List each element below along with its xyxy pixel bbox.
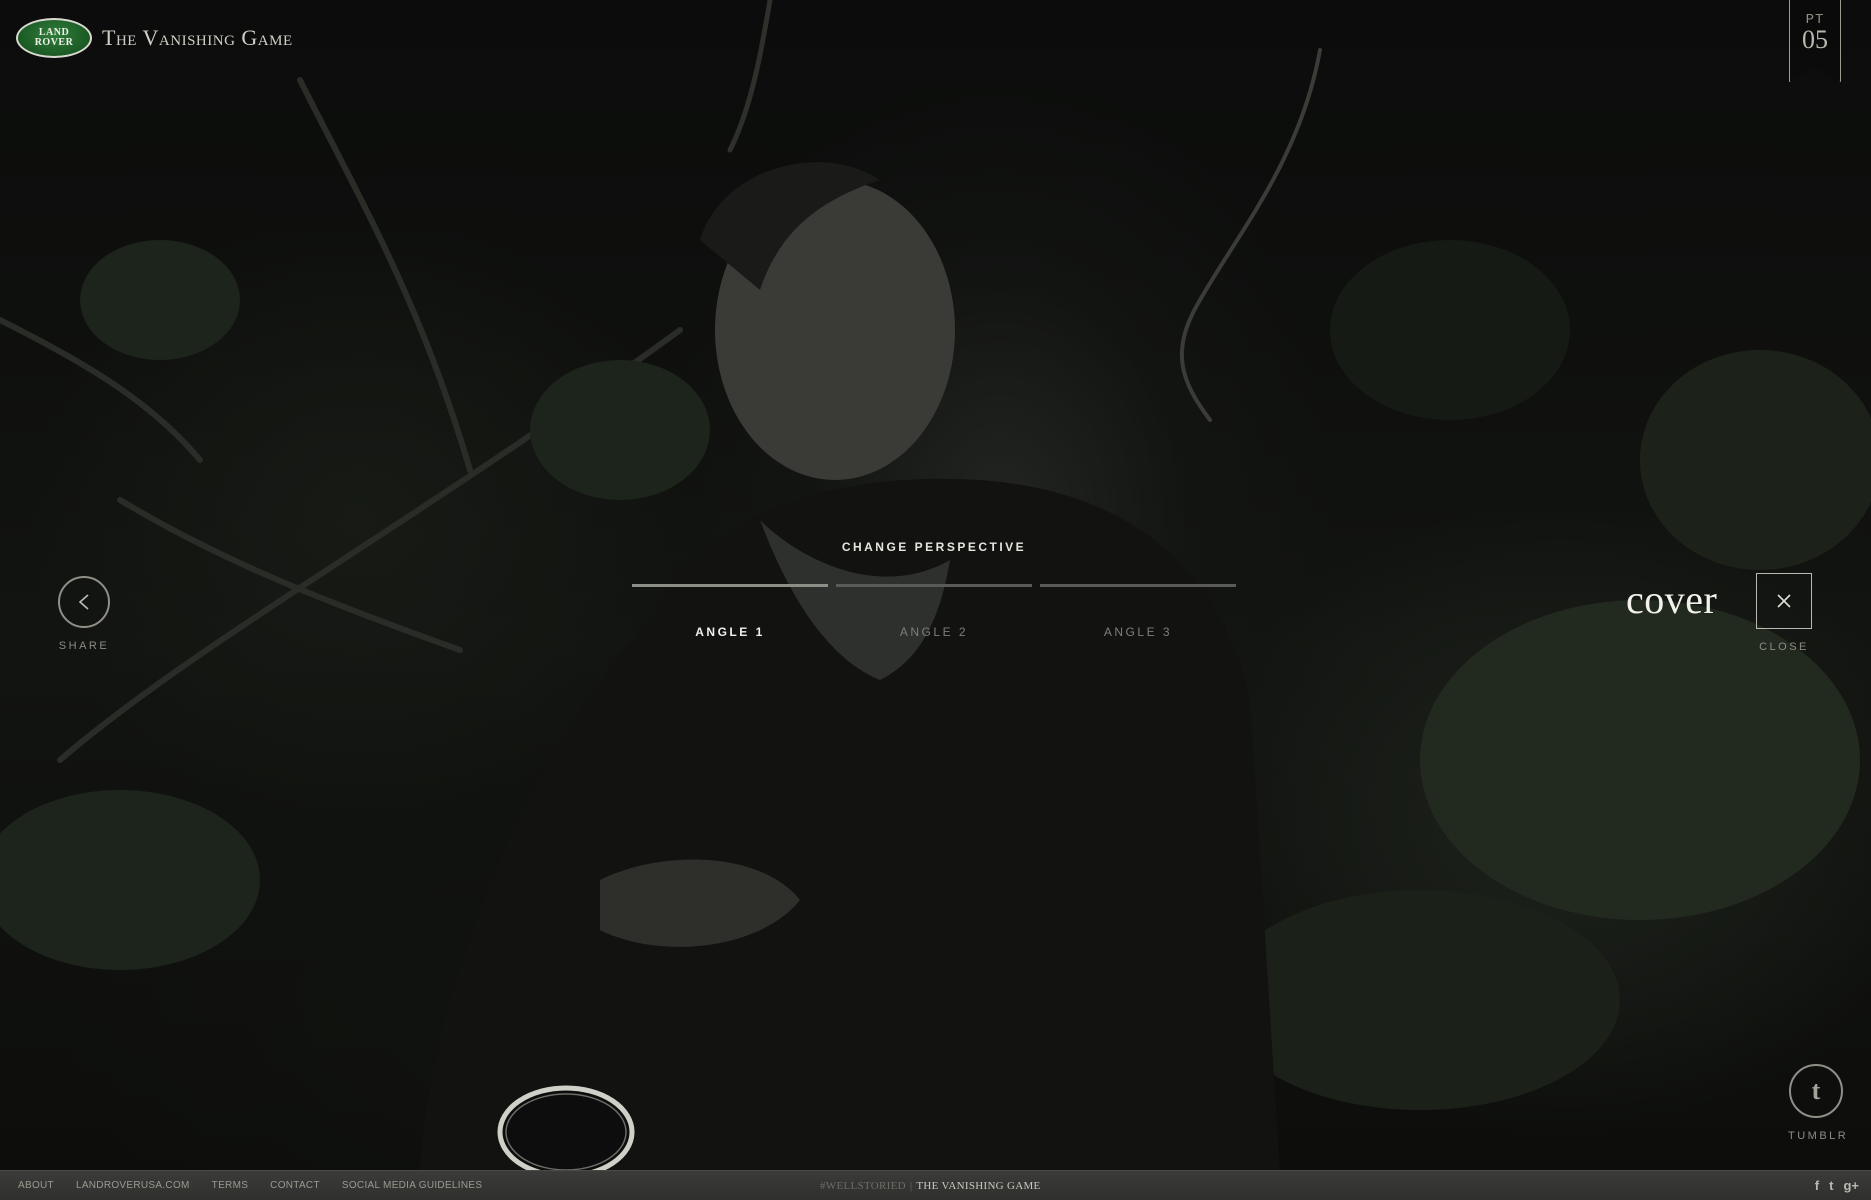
close-button[interactable] <box>1756 573 1812 629</box>
footer-link-landroverusa[interactable]: LANDROVERUSA.COM <box>76 1180 190 1191</box>
footer-game-title[interactable]: THE VANISHING GAME <box>916 1180 1040 1192</box>
site-title[interactable]: The Vanishing Game <box>102 25 293 51</box>
angle-2-bar <box>836 584 1032 587</box>
close-control[interactable]: CLOSE <box>1756 573 1812 653</box>
cover-word: cover <box>1626 577 1718 622</box>
footer-link-social-media-guidelines[interactable]: SOCIAL MEDIA GUIDELINES <box>342 1180 482 1191</box>
share-icon <box>78 594 89 610</box>
page-tag-number: 05 <box>1802 25 1828 54</box>
share-control[interactable]: SHARE <box>56 576 112 652</box>
tumblr-icon: t <box>1811 1076 1821 1105</box>
footer-separator: | <box>909 1179 913 1192</box>
facebook-icon[interactable]: f <box>1815 1178 1819 1193</box>
share-label: SHARE <box>58 640 110 652</box>
tab-angle-3[interactable]: ANGLE 3 <box>1040 584 1236 641</box>
footer-link-terms[interactable]: TERMS <box>212 1180 249 1191</box>
logo-line2: ROVER <box>34 37 74 48</box>
footer-bar: ABOUT LANDROVERUSA.COM TERMS CONTACT SOC… <box>0 1170 1871 1200</box>
footer-links: ABOUT LANDROVERUSA.COM TERMS CONTACT SOC… <box>18 1180 504 1191</box>
tab-angle-2[interactable]: ANGLE 2 <box>836 584 1032 641</box>
perspective-title: CHANGE PERSPECTIVE <box>841 540 1027 554</box>
share-button[interactable] <box>58 576 110 628</box>
twitter-icon[interactable]: t <box>1829 1178 1833 1193</box>
land-rover-logo[interactable]: LAND ROVER <box>16 18 92 58</box>
close-label: CLOSE <box>1759 641 1809 653</box>
playback-ring-icon[interactable] <box>494 1080 638 1180</box>
tumblr-control[interactable]: t TUMBLR <box>1788 1064 1849 1142</box>
footer-link-contact[interactable]: CONTACT <box>270 1180 320 1191</box>
angle-1-bar <box>632 584 828 587</box>
angle-1-label: ANGLE 1 <box>695 625 765 639</box>
angle-3-label: ANGLE 3 <box>1103 625 1173 639</box>
footer-tagline: #WELLSTORIED | THE VANISHING GAME <box>820 1180 1041 1192</box>
change-perspective-panel: CHANGE PERSPECTIVE ANGLE 1 ANGLE 2 ANGLE… <box>632 540 1236 641</box>
tumblr-button[interactable]: t <box>1789 1064 1843 1118</box>
footer-link-about[interactable]: ABOUT <box>18 1180 54 1191</box>
footer-hashtag[interactable]: #WELLSTORIED <box>820 1180 906 1192</box>
footer-social-icons: f t g+ <box>1805 1178 1859 1193</box>
google-plus-icon[interactable]: g+ <box>1843 1178 1859 1193</box>
tab-angle-1[interactable]: ANGLE 1 <box>632 584 828 641</box>
brand-header: LAND ROVER The Vanishing Game <box>16 18 293 58</box>
angle-3-bar <box>1040 584 1236 587</box>
close-icon <box>1777 594 1791 608</box>
angle-tabs: ANGLE 1 ANGLE 2 ANGLE 3 <box>632 584 1236 641</box>
tumblr-label: TUMBLR <box>1788 1130 1849 1142</box>
angle-2-label: ANGLE 2 <box>899 625 969 639</box>
